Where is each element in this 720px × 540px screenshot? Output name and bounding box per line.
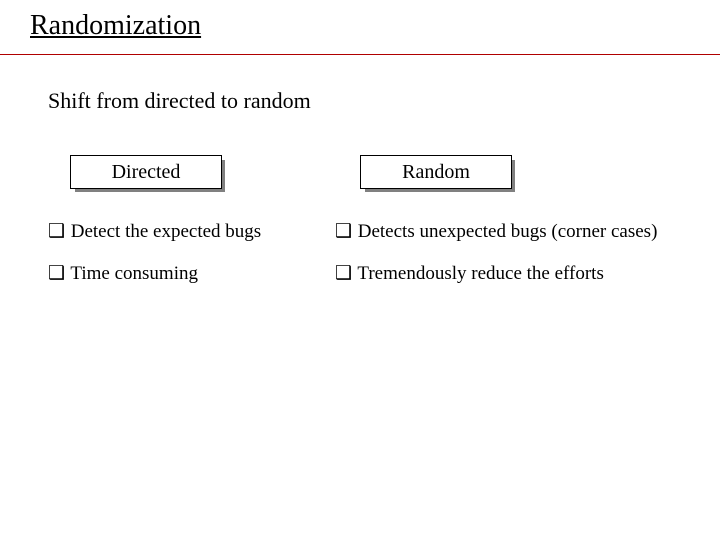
box-random: Random [360,155,512,189]
bullet-icon: ❑ [335,218,353,246]
list-item: ❑ Tremendously reduce the efforts [335,260,695,288]
slide: Randomization Shift from directed to ran… [0,0,720,540]
column-directed: ❑ Detect the expected bugs ❑ Time consum… [48,218,318,301]
bullet-icon: ❑ [48,260,66,288]
box-label: Directed [70,155,222,189]
list-item-text: Time consuming [70,263,198,284]
subtitle: Shift from directed to random [48,88,311,114]
bullet-icon: ❑ [335,260,353,288]
list-item: ❑ Detect the expected bugs [48,218,318,246]
list-item-text: Detect the expected bugs [71,221,261,242]
list-item-text: Detects unexpected bugs (corner cases) [358,221,658,242]
column-random: ❑ Detects unexpected bugs (corner cases)… [335,218,695,301]
slide-title: Randomization [30,10,201,42]
title-divider [0,54,720,55]
list-item: ❑ Time consuming [48,260,318,288]
box-directed: Directed [70,155,222,189]
list-item: ❑ Detects unexpected bugs (corner cases) [335,218,695,246]
box-label: Random [360,155,512,189]
list-item-text: Tremendously reduce the efforts [357,263,603,284]
bullet-icon: ❑ [48,218,66,246]
